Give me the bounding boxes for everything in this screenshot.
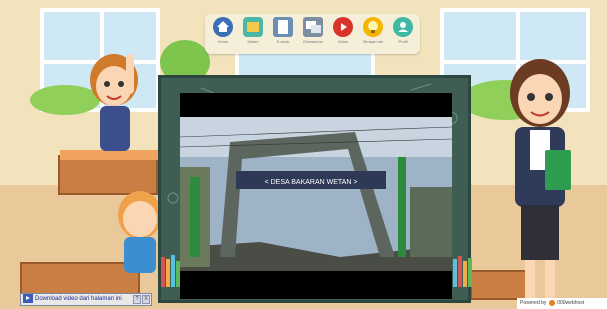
- glossary-icon: [303, 17, 323, 37]
- main-toolbar: Home Materi E-book Glossarium Video Simp…: [205, 14, 420, 54]
- bookshelf-left: [161, 255, 180, 287]
- student-girl-illustration: [90, 54, 138, 151]
- toolbar-label: Materi: [247, 39, 259, 44]
- download-video-link[interactable]: Download video dari halaman ini: [35, 296, 122, 302]
- toolbar-label: E-book: [276, 39, 290, 44]
- ebook-icon: [273, 17, 293, 37]
- download-help-button[interactable]: ?: [133, 295, 141, 304]
- toolbar-ebook-button[interactable]: E-book: [269, 17, 297, 53]
- powered-by-brand: 000webhost: [557, 300, 585, 306]
- play-icon: [23, 294, 33, 303]
- toolbar-label: Home: [217, 39, 229, 44]
- gate-scene: < DESA BAKARAN WETAN >: [180, 117, 452, 271]
- toolbar-glossarium-button[interactable]: Glossarium: [299, 17, 327, 53]
- toolbar-materi-button[interactable]: Materi: [239, 17, 267, 53]
- webhost-logo-icon: [548, 299, 555, 306]
- book-icon: [243, 17, 263, 37]
- toolbar-video-button[interactable]: Video: [329, 17, 357, 53]
- toolbar-label: Profil: [398, 39, 408, 44]
- toolbar-label: Glossarium: [302, 39, 324, 44]
- toolbar-label: Video: [337, 39, 349, 44]
- lightbulb-icon: [363, 17, 383, 37]
- gate-sign-text: < DESA BAKARAN WETAN >: [265, 179, 358, 186]
- download-close-button[interactable]: X: [142, 295, 150, 304]
- powered-by-badge[interactable]: Powered by 000webhost: [517, 298, 607, 309]
- download-video-bar[interactable]: Download video dari halaman ini ? X: [20, 293, 152, 306]
- home-icon: [213, 17, 233, 37]
- powered-by-text: Powered by: [520, 300, 547, 306]
- toolbar-profil-button[interactable]: Profil: [389, 17, 417, 53]
- video-icon: [333, 17, 353, 37]
- video-frame-gate[interactable]: < DESA BAKARAN WETAN >: [180, 117, 452, 271]
- toolbar-simpan-ide-button[interactable]: Simpan Ide: [359, 17, 387, 53]
- toolbar-label: Simpan Ide: [362, 39, 384, 44]
- profile-icon: [393, 17, 413, 37]
- bookshelf-right: [453, 256, 472, 287]
- toolbar-home-button[interactable]: Home: [209, 17, 237, 53]
- teacher-illustration: [510, 59, 571, 300]
